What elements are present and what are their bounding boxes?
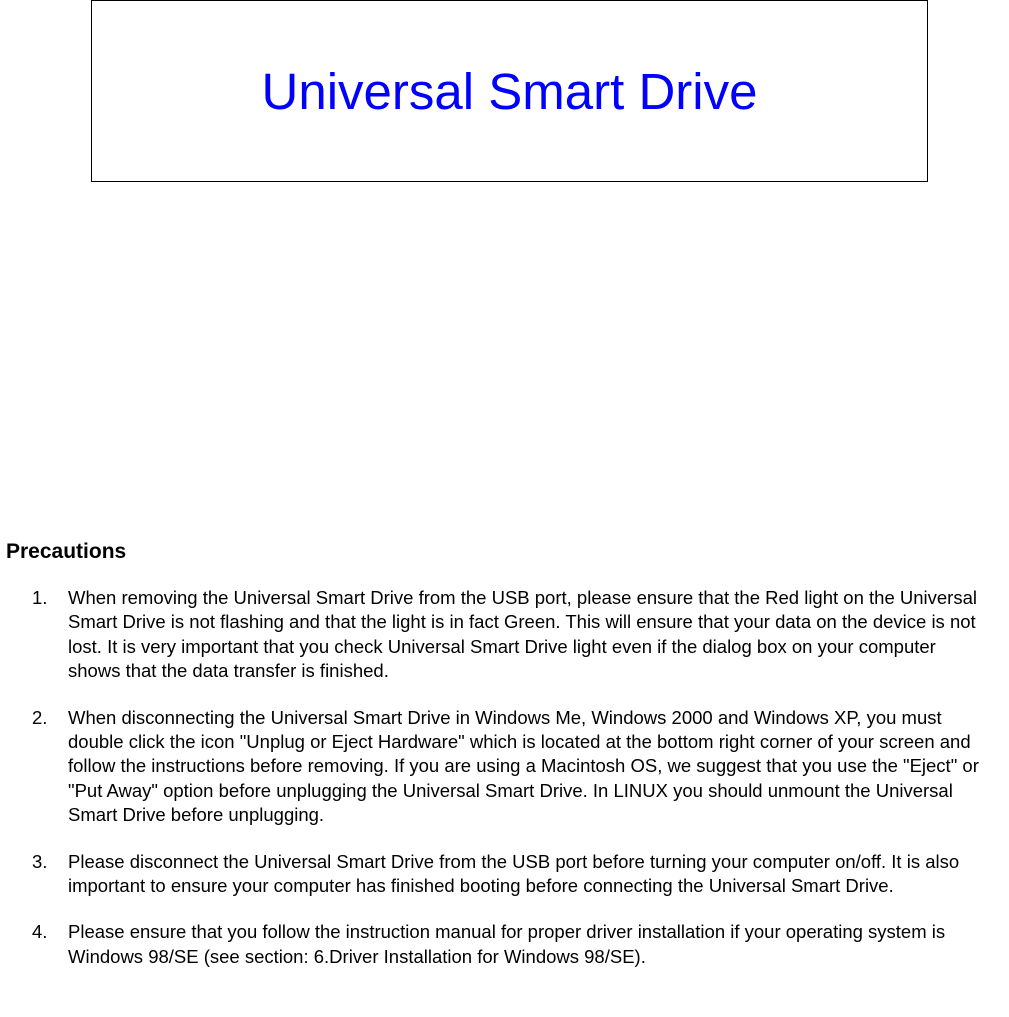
document-title: Universal Smart Drive bbox=[262, 62, 758, 121]
list-item: 4. Please ensure that you follow the ins… bbox=[30, 920, 1003, 969]
list-number: 3. bbox=[30, 850, 68, 899]
content-area: Precautions 1. When removing the Univers… bbox=[0, 540, 1009, 991]
list-text: When disconnecting the Universal Smart D… bbox=[68, 706, 1003, 828]
list-text: Please disconnect the Universal Smart Dr… bbox=[68, 850, 1003, 899]
list-number: 2. bbox=[30, 706, 68, 828]
section-heading: Precautions bbox=[6, 540, 1003, 564]
list-text: When removing the Universal Smart Drive … bbox=[68, 586, 1003, 684]
list-number: 1. bbox=[30, 586, 68, 684]
list-text: Please ensure that you follow the instru… bbox=[68, 920, 1003, 969]
list-item: 2. When disconnecting the Universal Smar… bbox=[30, 706, 1003, 828]
list-item: 1. When removing the Universal Smart Dri… bbox=[30, 586, 1003, 684]
list-number: 4. bbox=[30, 920, 68, 969]
title-box: Universal Smart Drive bbox=[91, 0, 928, 182]
list-item: 3. Please disconnect the Universal Smart… bbox=[30, 850, 1003, 899]
precautions-list: 1. When removing the Universal Smart Dri… bbox=[6, 586, 1003, 969]
